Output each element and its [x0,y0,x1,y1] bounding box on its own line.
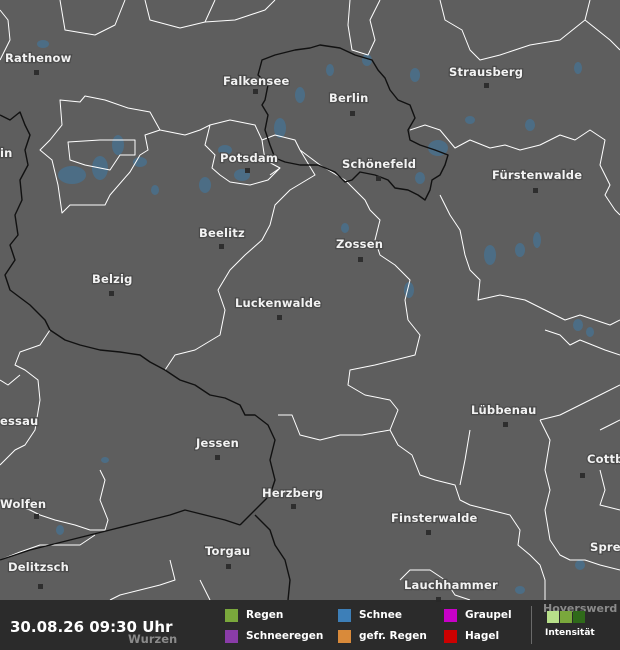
lake [575,560,585,570]
legend-schnee-label: Schnee [359,609,402,621]
city-rathenow: Rathenow [5,51,72,65]
city-labels: Rathenow Falkensee Berlin Strausberg in … [0,50,620,594]
city-strausberg: Strausberg [449,65,523,79]
legend-hagel: Hagel [444,629,499,643]
city-lauchhammer: Lauchhammer [404,578,498,592]
lakes [37,40,594,594]
lake [586,327,594,337]
radar-footer: Hoyerswerd Wurzen 30.08.26 09:30 Uhr Reg… [0,600,620,650]
city-herzberg: Herzberg [262,486,323,500]
hagel-swatch [444,629,457,643]
legend-gefr-regen: gefr. Regen [338,629,427,643]
city-falkensee: Falkensee [223,74,289,88]
legend-hagel-label: Hagel [465,630,500,642]
lake [515,586,525,594]
lake [415,172,425,184]
map-canvas: Rathenow Falkensee Berlin Strausberg in … [0,0,620,602]
city-finsterwalde: Finsterwalde [391,511,478,525]
legend-schneeregen-label: Schneeregen [246,630,324,642]
city-cottbus: Cottb [587,452,620,466]
lake [133,157,147,167]
lake [199,177,211,193]
city-belzig: Belzig [92,272,133,286]
city-fuerstenwalde: Fürstenwalde [492,168,582,182]
intensity-label: Intensität [545,628,595,638]
intensity-scale: Intensität [545,610,605,642]
legend-regen: Regen [225,608,283,622]
legend-graupel: Graupel [444,608,512,622]
lake [58,166,86,184]
lake [151,185,159,195]
city-zossen: Zossen [336,237,383,251]
lake [112,135,124,155]
gefr-regen-swatch [338,629,351,643]
lake [525,119,535,131]
lake [515,243,525,257]
city-edge-left: in [0,146,13,160]
city-luckenwalde: Luckenwalde [235,296,321,310]
footer-divider [531,606,532,644]
intensity-swatch-high [573,611,585,623]
lake [465,116,475,124]
legend-schnee: Schnee [338,608,402,622]
city-luebbenau: Lübbenau [471,403,537,417]
city-berlin: Berlin [329,91,369,105]
state-borders [0,44,449,601]
city-delitzsch: Delitzsch [8,560,69,574]
legend-regen-label: Regen [246,609,284,621]
lake [573,319,583,331]
city-torgau: Torgau [205,544,250,558]
schnee-swatch [338,608,351,622]
lake [574,62,582,74]
city-schoenefeld: Schönefeld [342,157,416,171]
lake [410,68,420,82]
legend-schneeregen: Schneeregen [225,629,323,643]
city-beelitz: Beelitz [199,226,245,240]
city-spremberg: Spre [590,540,620,554]
graupel-swatch [444,608,457,622]
lake [101,457,109,463]
intensity-swatch-mid [560,611,572,623]
legend-gefr-regen-label: gefr. Regen [359,630,427,642]
lake [295,87,305,103]
lake [341,223,349,233]
city-jessen: Jessen [195,436,239,450]
timestamp: 30.08.26 09:30 Uhr [10,618,173,636]
legend-graupel-label: Graupel [465,609,512,621]
city-potsdam: Potsdam [220,151,278,165]
city-wolfen: Wolfen [0,497,46,511]
lake [56,525,64,535]
intensity-swatch-low [547,611,559,623]
lake [484,245,496,265]
city-dessau: essau [0,414,38,428]
lake [326,64,334,76]
schneeregen-swatch [225,629,238,643]
regen-swatch [225,608,238,622]
lake [533,232,541,248]
lake [37,40,49,48]
radar-map[interactable]: Rathenow Falkensee Berlin Strausberg in … [0,0,620,650]
